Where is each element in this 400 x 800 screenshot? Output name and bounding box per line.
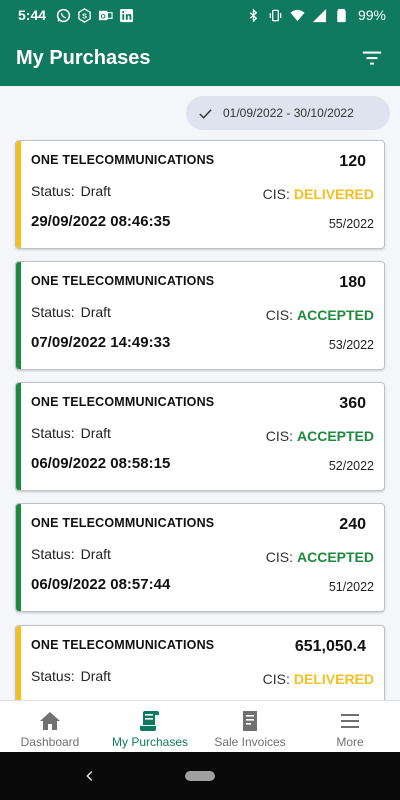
purchase-datetime: 29/09/2022 08:46:35 <box>31 213 171 230</box>
cis-label: CIS: <box>265 549 293 565</box>
filter-button[interactable] <box>360 46 384 70</box>
back-chevron-icon <box>86 771 93 781</box>
company-name: ONE TELECOMMUNICATIONS <box>31 274 215 288</box>
purchase-card[interactable]: ONE TELECOMMUNICATIONS 240 Status: Draft … <box>15 503 385 612</box>
document-number: 51/2022 <box>328 580 374 594</box>
battery-percentage: 99% <box>357 7 386 23</box>
cis-row: CIS: DELIVERED <box>263 186 374 202</box>
cis-status: DELIVERED <box>293 186 374 202</box>
document-number: 53/2022 <box>328 338 374 352</box>
system-navigation-bar <box>0 752 400 800</box>
nav-dashboard[interactable]: Dashboard <box>0 701 100 752</box>
purchase-amount: 360 <box>339 395 366 412</box>
page-title: My Purchases <box>16 46 151 69</box>
nav-label: My Purchases <box>111 735 189 749</box>
nav-label: Dashboard <box>20 735 80 749</box>
purchase-card[interactable]: ONE TELECOMMUNICATIONS 651,050.4 Status:… <box>15 625 385 700</box>
purchase-list[interactable]: 01/09/2022 - 30/10/2022 ONE TELECOMMUNIC… <box>0 86 400 700</box>
status-row: Status: Draft <box>31 668 111 684</box>
purchase-datetime: 06/09/2022 08:58:15 <box>31 455 171 472</box>
nav-sale-invoices[interactable]: Sale Invoices <box>200 701 300 752</box>
company-name: ONE TELECOMMUNICATIONS <box>31 516 215 530</box>
battery-icon <box>334 8 349 23</box>
signal-icon <box>312 8 327 23</box>
wifi-icon <box>290 8 305 23</box>
cis-status: ACCEPTED <box>296 307 374 323</box>
purchase-datetime: 07/09/2022 14:49:33 <box>31 334 171 351</box>
vibrate-icon <box>268 8 283 23</box>
status-value: Draft <box>80 304 111 320</box>
cis-row: CIS: DELIVERED <box>263 671 374 687</box>
cis-status-accent <box>16 383 21 490</box>
s-app-icon: S <box>77 7 92 23</box>
company-name: ONE TELECOMMUNICATIONS <box>31 395 215 409</box>
purchase-card[interactable]: ONE TELECOMMUNICATIONS 360 Status: Draft … <box>15 382 385 491</box>
status-row: Status: Draft <box>31 304 111 320</box>
purchase-card[interactable]: ONE TELECOMMUNICATIONS 180 Status: Draft … <box>15 261 385 370</box>
purchase-amount: 120 <box>339 153 366 170</box>
home-icon <box>40 712 60 730</box>
status-value: Draft <box>80 668 111 684</box>
invoice-icon <box>243 711 257 731</box>
cis-row: CIS: ACCEPTED <box>266 428 374 444</box>
check-icon <box>199 108 212 119</box>
cis-status: ACCEPTED <box>296 428 374 444</box>
system-icons: 99% <box>246 7 386 23</box>
purchase-amount: 240 <box>339 516 366 533</box>
status-row: Status: Draft <box>31 183 111 199</box>
app-bar: My Purchases <box>0 30 400 86</box>
status-row: Status: Draft <box>31 546 111 562</box>
cis-status-accent <box>16 626 21 700</box>
purchase-card[interactable]: ONE TELECOMMUNICATIONS 120 Status: Draft … <box>15 140 385 249</box>
menu-icon <box>341 714 359 728</box>
notification-icons: S O <box>56 7 134 23</box>
whatsapp-icon <box>56 8 71 23</box>
system-home-pill[interactable] <box>185 771 215 781</box>
company-name: ONE TELECOMMUNICATIONS <box>31 153 215 167</box>
nav-more[interactable]: More <box>300 701 400 752</box>
status-value: Draft <box>80 183 111 199</box>
cis-status: DELIVERED <box>293 671 374 687</box>
cis-label: CIS: <box>262 186 290 202</box>
date-range-label: 01/09/2022 - 30/10/2022 <box>223 106 354 120</box>
purchase-amount: 651,050.4 <box>294 638 366 655</box>
svg-text:S: S <box>82 11 87 20</box>
document-number: 55/2022 <box>328 217 374 231</box>
company-name: ONE TELECOMMUNICATIONS <box>31 638 215 652</box>
cis-row: CIS: ACCEPTED <box>266 307 374 323</box>
nav-my-purchases[interactable]: My Purchases <box>100 701 200 752</box>
cis-status-accent <box>16 262 21 369</box>
purchase-datetime: 06/09/2022 08:57:44 <box>31 576 171 593</box>
cis-label: CIS: <box>265 428 293 444</box>
cis-row: CIS: ACCEPTED <box>266 549 374 565</box>
cis-label: CIS: <box>262 671 290 687</box>
cis-status: ACCEPTED <box>296 549 374 565</box>
status-label: Status: <box>31 668 75 684</box>
document-number: 52/2022 <box>328 459 374 473</box>
status-label: Status: <box>31 304 75 320</box>
status-value: Draft <box>80 546 111 562</box>
status-label: Status: <box>31 183 75 199</box>
status-label: Status: <box>31 425 75 441</box>
cis-label: CIS: <box>265 307 293 323</box>
bottom-navigation: Dashboard My Purchases Sale Invoices Mor… <box>0 700 400 752</box>
status-time: 5:44 <box>18 7 47 23</box>
status-value: Draft <box>80 425 111 441</box>
nav-label: Sale Invoices <box>214 735 286 749</box>
status-row: Status: Draft <box>31 425 111 441</box>
cis-status-accent <box>16 141 21 248</box>
status-bar: 5:44 S O 99% <box>0 0 400 30</box>
cis-status-accent <box>16 504 21 611</box>
bluetooth-icon <box>246 8 261 23</box>
system-back-button[interactable] <box>80 766 100 786</box>
purchases-icon <box>140 711 159 731</box>
filter-icon <box>362 51 382 65</box>
purchase-amount: 180 <box>339 274 366 291</box>
linkedin-icon <box>119 8 134 23</box>
nav-label: More <box>336 735 364 749</box>
outlook-icon: O <box>98 8 113 23</box>
svg-text:O: O <box>101 13 106 20</box>
status-label: Status: <box>31 546 75 562</box>
date-range-chip[interactable]: 01/09/2022 - 30/10/2022 <box>186 96 390 130</box>
